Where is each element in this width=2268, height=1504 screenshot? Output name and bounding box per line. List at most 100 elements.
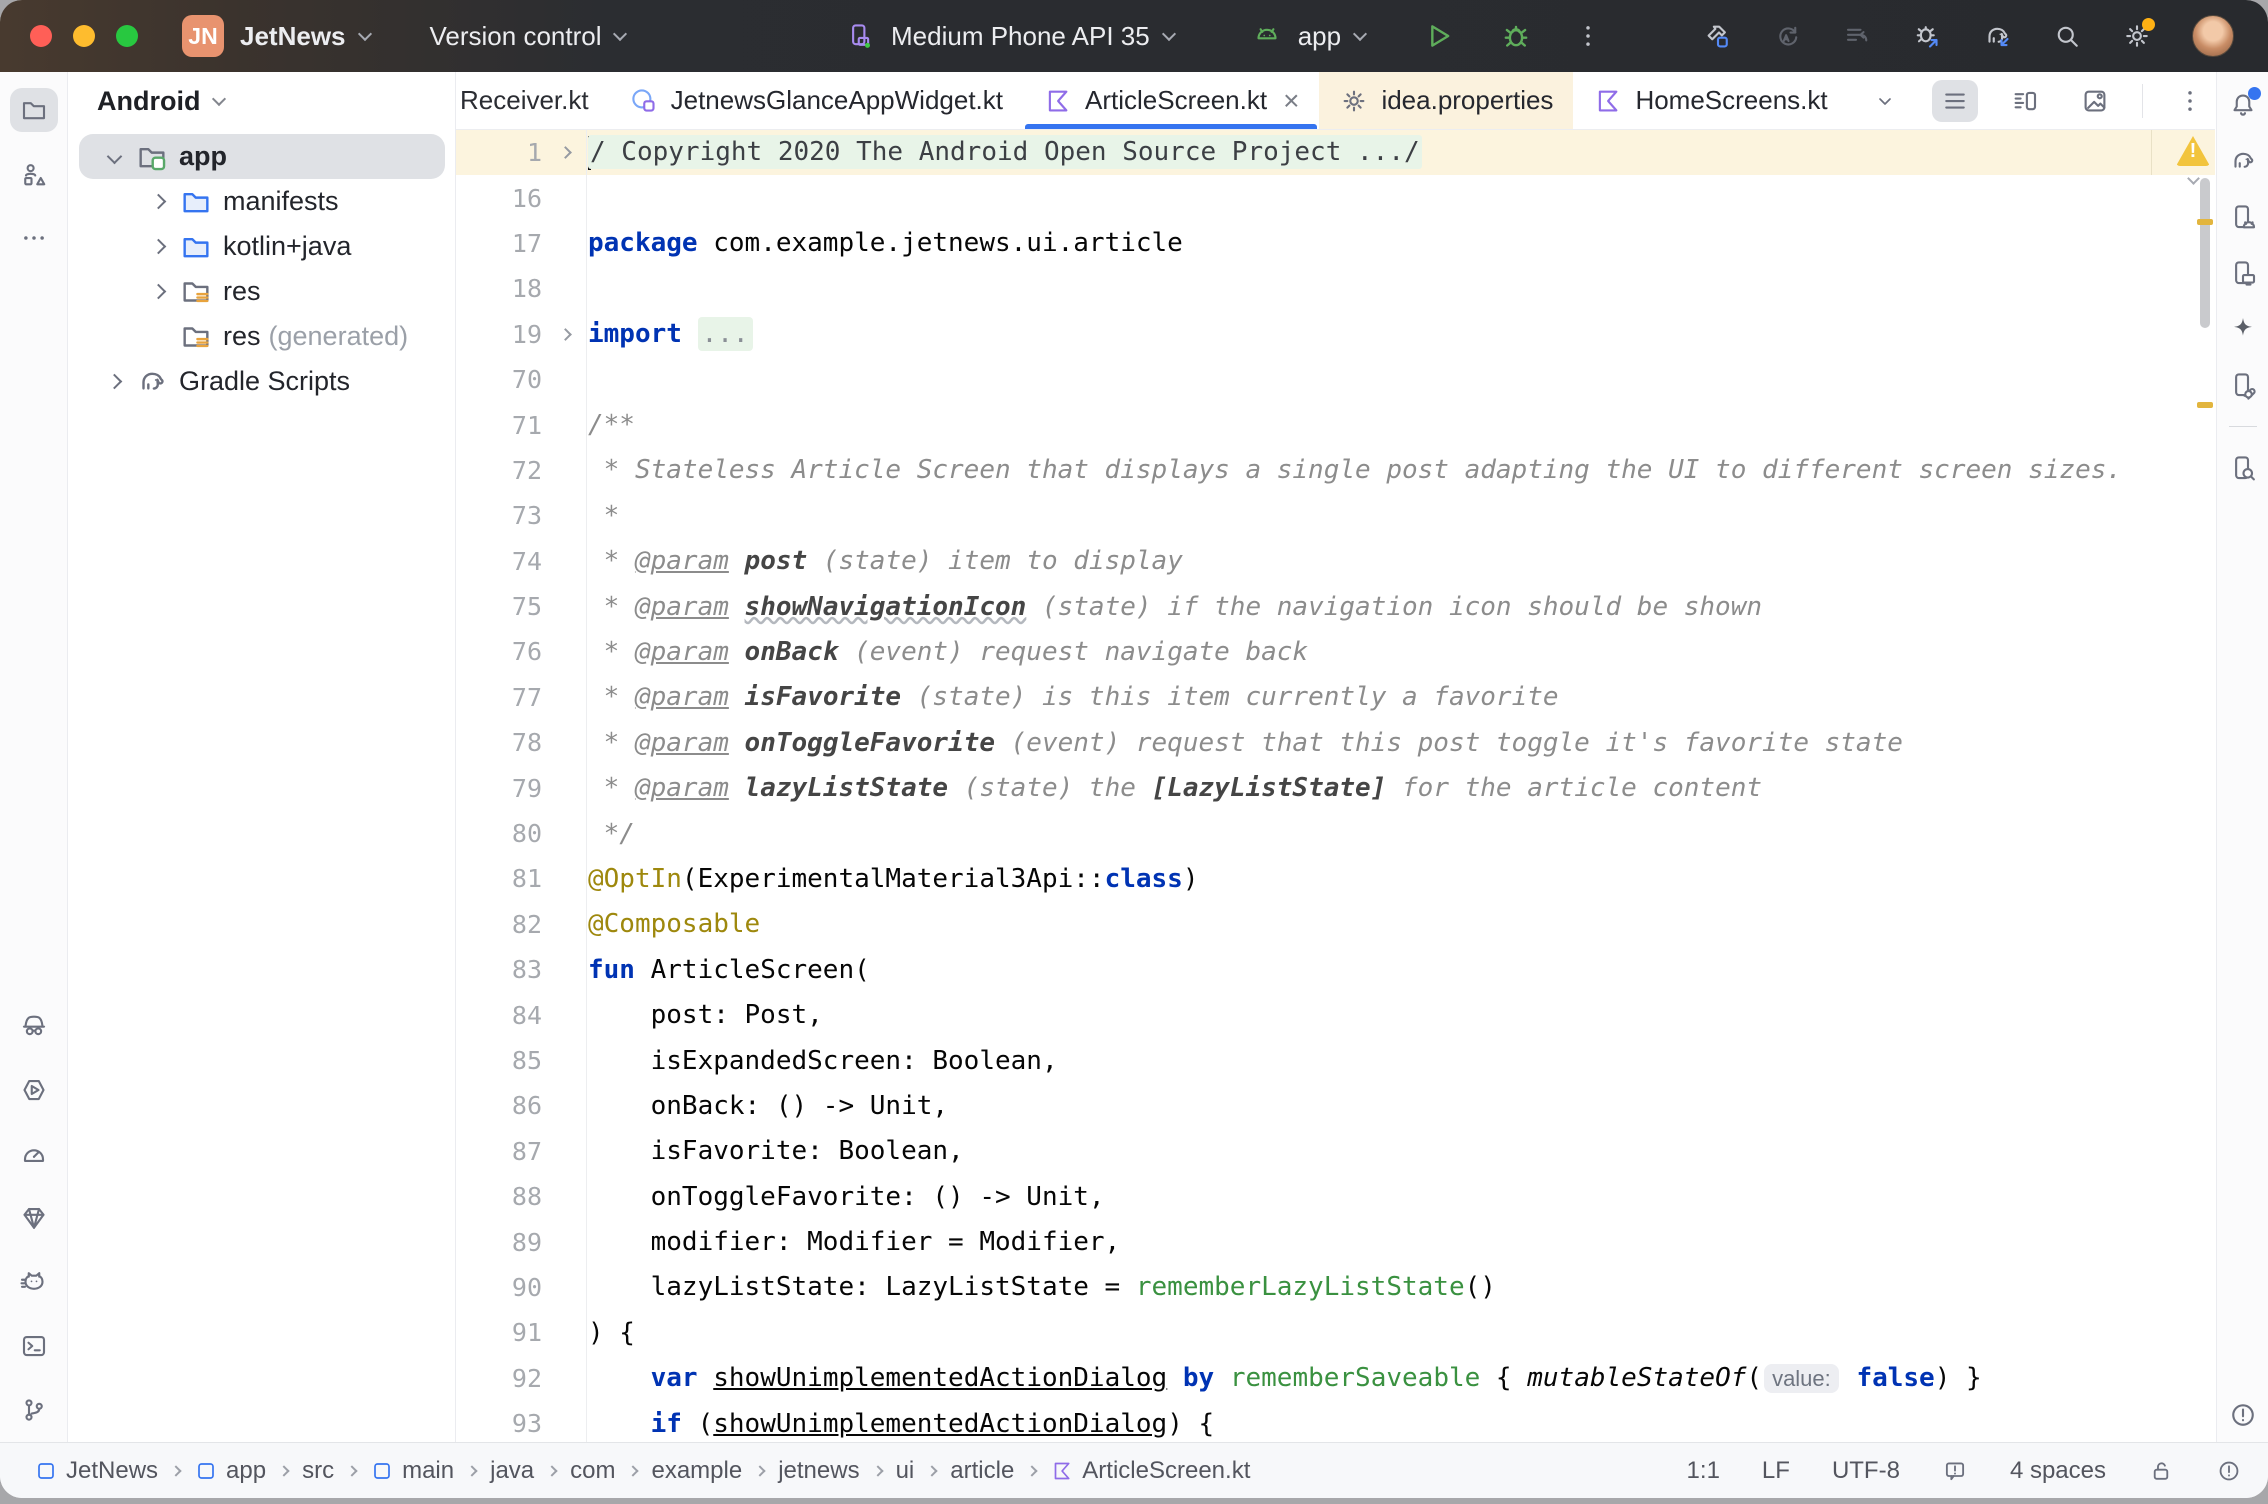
code-line-79[interactable]: 79 * @param lazyListState (state) the [L… <box>456 765 2215 810</box>
more-run-options-icon[interactable] <box>1573 21 1603 51</box>
split-preview-button[interactable] <box>2002 80 2048 122</box>
running-devices-icon[interactable] <box>2228 258 2258 288</box>
code-line-76[interactable]: 76 * @param onBack (event) request navig… <box>456 629 2215 674</box>
search-icon[interactable] <box>2052 21 2082 51</box>
maximize-window-button[interactable] <box>116 25 138 47</box>
code-line-80[interactable]: 80 */ <box>456 811 2215 856</box>
code-line-1[interactable]: 1/ Copyright 2020 The Android Open Sourc… <box>456 130 2215 175</box>
code-line-73[interactable]: 73 * <box>456 493 2215 538</box>
tree-chevron[interactable] <box>97 376 131 387</box>
breadcrumb-item-example[interactable]: example <box>651 1457 742 1485</box>
tree-chevron[interactable] <box>97 151 131 162</box>
more-vertical-button[interactable] <box>2167 80 2213 122</box>
chevron-down-button[interactable] <box>1862 80 1908 122</box>
tree-chevron[interactable] <box>141 241 175 252</box>
tab-articlescreen-kt[interactable]: ArticleScreen.kt× <box>1023 72 1319 129</box>
breadcrumb-item-jetnews[interactable]: jetnews <box>778 1457 859 1485</box>
history-icon[interactable] <box>1842 21 1872 51</box>
scrollbar-warning-mark[interactable] <box>2197 219 2213 225</box>
code-line-82[interactable]: 82@Composable <box>456 902 2215 947</box>
breadcrumb-item-java[interactable]: java <box>490 1457 534 1485</box>
profiler-gauge-button[interactable] <box>10 1132 58 1176</box>
breadcrumb-item-ui[interactable]: ui <box>896 1457 915 1485</box>
logcat-button[interactable] <box>10 1260 58 1304</box>
project-selector[interactable]: JetNews <box>224 21 370 52</box>
device-manager-icon[interactable] <box>2228 202 2258 232</box>
device-mirror-icon[interactable] <box>2228 370 2258 400</box>
terminal-button[interactable] <box>10 1324 58 1368</box>
breadcrumb-item-articlescreen-kt[interactable]: ArticleScreen.kt <box>1050 1457 1250 1485</box>
close-icon[interactable]: × <box>1283 87 1299 115</box>
scrollbar-thumb[interactable] <box>2200 178 2210 328</box>
breadcrumb-item-src[interactable]: src <box>302 1457 334 1485</box>
hexagon-play-button[interactable] <box>10 1068 58 1112</box>
fold-toggle[interactable] <box>542 330 588 339</box>
status-widget[interactable]: UTF-8 <box>1832 1457 1900 1485</box>
code-line-72[interactable]: 72 * Stateless Article Screen that displ… <box>456 448 2215 493</box>
run-button[interactable] <box>1421 19 1455 53</box>
tree-item-app[interactable]: app <box>79 134 445 179</box>
code-line-70[interactable]: 70 <box>456 357 2215 402</box>
inspections-widget[interactable] <box>2176 136 2210 183</box>
minimize-window-button[interactable] <box>73 25 95 47</box>
code-line-85[interactable]: 85 isExpandedScreen: Boolean, <box>456 1038 2215 1083</box>
code-line-17[interactable]: 17package com.example.jetnews.ui.article <box>456 221 2215 266</box>
tree-item-kotlin-java[interactable]: kotlin+java <box>79 224 445 269</box>
code-line-83[interactable]: 83fun ArticleScreen( <box>456 947 2215 992</box>
code-line-89[interactable]: 89 modifier: Modifier = Modifier, <box>456 1219 2215 1264</box>
incognito-button[interactable] <box>10 1004 58 1048</box>
gradle-sync-icon[interactable] <box>1982 21 2012 51</box>
code-line-90[interactable]: 90 lazyListState: LazyListState = rememb… <box>456 1265 2215 1310</box>
code-line-71[interactable]: 71/** <box>456 402 2215 447</box>
resource-manager-button[interactable] <box>10 152 58 196</box>
tree-chevron[interactable] <box>141 286 175 297</box>
project-folder-button[interactable] <box>10 88 58 132</box>
settings-icon-wrapper[interactable] <box>2122 21 2152 51</box>
code-line-16[interactable]: 16 <box>456 175 2215 220</box>
code-line-74[interactable]: 74 * @param post (state) item to display <box>456 539 2215 584</box>
error-circle-widget[interactable] <box>2216 1458 2242 1484</box>
code-line-92[interactable]: 92 var showUnimplementedActionDialog by … <box>456 1356 2215 1401</box>
gradle-elephant-icon[interactable] <box>2228 146 2258 176</box>
redo-icon[interactable] <box>1772 21 1802 51</box>
code-line-75[interactable]: 75 * @param showNavigationIcon (state) i… <box>456 584 2215 629</box>
tree-item-manifests[interactable]: manifests <box>79 179 445 224</box>
status-widget[interactable]: 1:1 <box>1687 1457 1720 1485</box>
code-line-93[interactable]: 93 if (showUnimplementedActionDialog) { <box>456 1401 2215 1442</box>
app-quality-insights-button[interactable] <box>10 1196 58 1240</box>
status-widget[interactable]: LF <box>1762 1457 1790 1485</box>
code-line-91[interactable]: 91) { <box>456 1310 2215 1355</box>
breadcrumb-item-main[interactable]: main <box>370 1457 454 1485</box>
breadcrumb-item-app[interactable]: app <box>194 1457 266 1485</box>
breadcrumb-item-com[interactable]: com <box>570 1457 615 1485</box>
notifications-bell-button[interactable] <box>2228 90 2258 120</box>
fold-toggle[interactable] <box>542 148 588 157</box>
code-line-19[interactable]: 19import ... <box>456 312 2215 357</box>
tree-item-res[interactable]: res(generated) <box>79 314 445 359</box>
code-line-88[interactable]: 88 onToggleFavorite: () -> Unit, <box>456 1174 2215 1219</box>
more-horizontal-button[interactable] <box>10 216 58 260</box>
code-line-78[interactable]: 78 * @param onToggleFavorite (event) req… <box>456 720 2215 765</box>
image-button[interactable] <box>2072 80 2118 122</box>
problems-icon[interactable] <box>2228 1400 2258 1430</box>
tab-receiver-kt[interactable]: Receiver.kt <box>456 72 609 129</box>
tree-chevron[interactable] <box>141 331 175 342</box>
status-widget[interactable]: 4 spaces <box>2010 1457 2106 1485</box>
tab-overflow[interactable] <box>1848 72 1862 129</box>
inspection-widget-widget[interactable] <box>1942 1458 1968 1484</box>
device-explorer-icon[interactable] <box>2228 453 2258 483</box>
breadcrumb-item-jetnews[interactable]: JetNews <box>34 1457 158 1485</box>
code-line-81[interactable]: 81@OptIn(ExperimentalMaterial3Api::class… <box>456 856 2215 901</box>
tree-item-gradle-scripts[interactable]: Gradle Scripts <box>79 359 445 404</box>
scrollbar-warning-mark[interactable] <box>2197 402 2213 408</box>
code-line-84[interactable]: 84 post: Post, <box>456 992 2215 1037</box>
code-line-86[interactable]: 86 onBack: () -> Unit, <box>456 1083 2215 1128</box>
unlocked-widget[interactable] <box>2148 1458 2174 1484</box>
tree-chevron[interactable] <box>141 196 175 207</box>
code-line-87[interactable]: 87 isFavorite: Boolean, <box>456 1129 2215 1174</box>
breadcrumb-item-article[interactable]: article <box>950 1457 1014 1485</box>
tab-homescreens-kt[interactable]: HomeScreens.kt <box>1573 72 1847 129</box>
device-selector[interactable]: Medium Phone API 35 <box>845 21 1174 52</box>
version-control-menu[interactable]: Version control <box>414 21 626 52</box>
code-editor[interactable]: 1/ Copyright 2020 The Android Open Sourc… <box>456 130 2215 1442</box>
